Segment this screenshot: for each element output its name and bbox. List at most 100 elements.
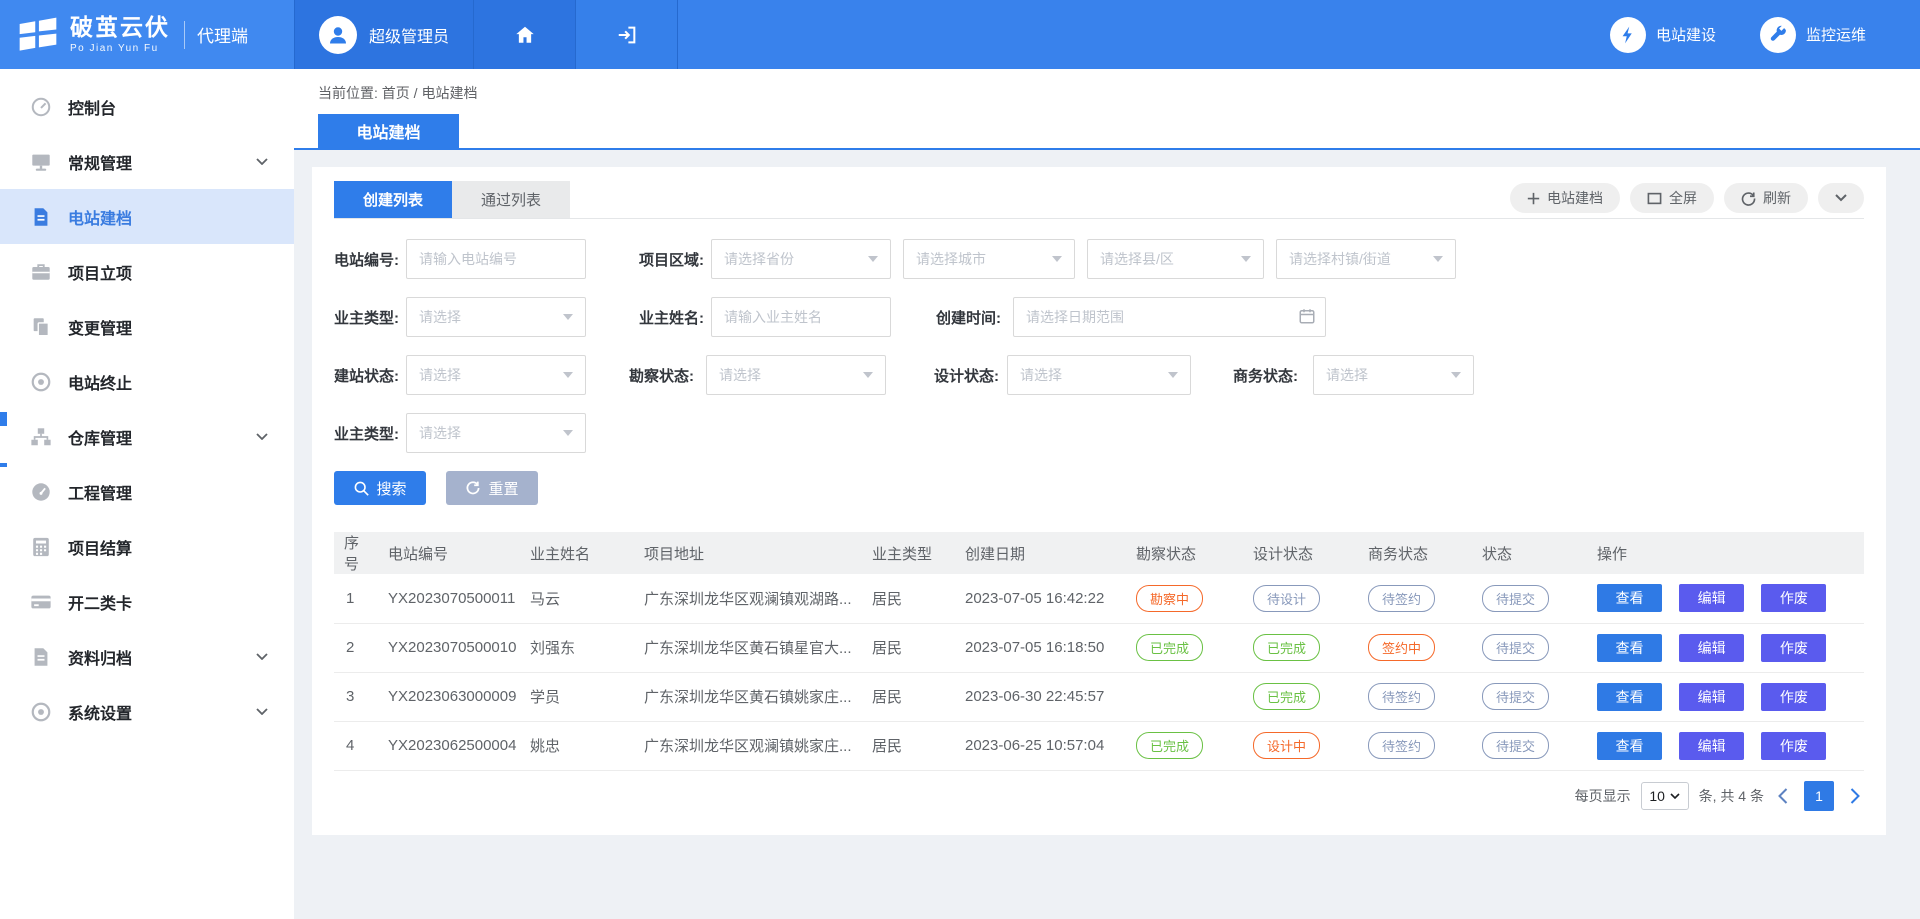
filter-row-2: 业主类型: 请选择 业主姓名: 创建时间: [334,297,1864,337]
page-tab-station-filing[interactable]: 电站建档 [318,114,459,148]
cell-code: YX2023070500010 [380,623,522,672]
add-station-button[interactable]: 电站建档 [1510,183,1620,213]
village-select[interactable]: 请选择村镇/街道 [1276,239,1456,279]
card-toolbar: 电站建档 全屏 刷新 [1510,183,1864,213]
cell-owner: 姚忠 [522,721,636,770]
logout-icon [616,24,638,46]
collapse-button[interactable] [1818,183,1864,213]
brand[interactable]: 破茧云伏 Po Jian Yun Fu 代理端 [0,0,294,69]
search-button[interactable]: 搜索 [334,471,426,505]
refresh-button[interactable]: 刷新 [1724,183,1808,213]
page-1-button[interactable]: 1 [1804,781,1834,811]
next-page-button[interactable] [1846,788,1864,804]
county-select[interactable]: 请选择县/区 [1087,239,1264,279]
filter-owner-name: 业主姓名: [639,297,891,337]
design-status-select[interactable]: 请选择 [1007,355,1191,395]
calendar-icon [1298,307,1316,325]
sidebar-item-station-termination[interactable]: 电站终止 [0,354,294,409]
sidebar-scrollbar-thumb[interactable] [0,412,7,426]
sidebar-item-project-settlement[interactable]: 项目结算 [0,519,294,574]
sidebar-item-engineering-mgmt[interactable]: 工程管理 [0,464,294,519]
status-badge: 待提交 [1482,683,1549,710]
view-button[interactable]: 查看 [1597,584,1662,612]
edit-button[interactable]: 编辑 [1679,683,1744,711]
station-code-input[interactable] [406,239,586,279]
build-status-placeholder: 请选择 [419,365,461,385]
sidebar-item-warehouse-mgmt[interactable]: 仓库管理 [0,409,294,464]
cell-created: 2023-07-05 16:42:22 [957,574,1128,623]
province-select[interactable]: 请选择省份 [711,239,891,279]
nav-monitor-ops[interactable]: 监控运维 [1760,17,1866,53]
fullscreen-button[interactable]: 全屏 [1630,183,1714,213]
view-button[interactable]: 查看 [1597,732,1662,760]
view-button[interactable]: 查看 [1597,683,1662,711]
cell-code: YX2023063000009 [380,672,522,721]
total-count-label: 条, 共 4 条 [1699,786,1764,806]
user-menu[interactable]: 超级管理员 [294,0,474,69]
col-owner: 业主姓名 [522,532,636,574]
cell-owner: 刘强东 [522,623,636,672]
business-status-select[interactable]: 请选择 [1313,355,1474,395]
target-icon [30,701,52,723]
list-tabs: 创建列表 通过列表 [334,181,570,218]
prev-page-button[interactable] [1774,788,1792,804]
filter-actions: 搜索 重置 [334,471,1864,505]
build-status-select[interactable]: 请选择 [406,355,586,395]
cell-type: 居民 [864,721,957,770]
city-select[interactable]: 请选择城市 [903,239,1075,279]
void-button[interactable]: 作废 [1761,634,1826,662]
project-region-label: 项目区域: [639,249,711,270]
station-code-label: 电站编号: [334,249,406,270]
edit-button[interactable]: 编辑 [1679,732,1744,760]
sidebar-item-console[interactable]: 控制台 [0,79,294,134]
tab-create-list[interactable]: 创建列表 [334,181,452,218]
cell-seq: 3 [334,672,380,721]
sidebar-item-label: 控制台 [68,95,268,119]
home-button[interactable] [474,0,576,69]
void-button[interactable]: 作废 [1761,732,1826,760]
edit-button[interactable]: 编辑 [1679,584,1744,612]
design-status-placeholder: 请选择 [1020,365,1062,385]
tab-passed-list[interactable]: 通过列表 [452,181,570,218]
city-placeholder: 请选择城市 [916,249,986,269]
logout-button[interactable] [576,0,678,69]
per-page-select[interactable]: 10 [1641,782,1689,810]
breadcrumb-home[interactable]: 首页 [382,85,410,101]
sidebar-item-project-initiation[interactable]: 项目立项 [0,244,294,299]
chevron-down-icon [256,708,268,715]
breadcrumb-prefix: 当前位置: [318,85,378,101]
status-badge: 待提交 [1482,732,1549,759]
caret-down-icon [563,372,573,378]
sidebar-item-system-settings[interactable]: 系统设置 [0,684,294,739]
status-badge: 待提交 [1482,585,1549,612]
owner-name-input[interactable] [711,297,891,337]
sidebar-item-archives[interactable]: 资料归档 [0,629,294,684]
sidebar-item-class2-card[interactable]: 开二类卡 [0,574,294,629]
owner-type-2-select[interactable]: 请选择 [406,413,586,453]
owner-type-placeholder: 请选择 [419,307,461,327]
sidebar-item-station-filing[interactable]: 电站建档 [0,189,294,244]
owner-type-select[interactable]: 请选择 [406,297,586,337]
brand-subtitle: Po Jian Yun Fu [70,43,170,54]
reset-button[interactable]: 重置 [446,471,538,505]
col-type: 业主类型 [864,532,957,574]
gauge-icon [30,481,52,503]
breadcrumb-current: 电站建档 [421,85,477,101]
edit-button[interactable]: 编辑 [1679,634,1744,662]
sidebar: 控制台 常规管理 电站建档 项 [0,69,294,919]
void-button[interactable]: 作废 [1761,584,1826,612]
view-button[interactable]: 查看 [1597,634,1662,662]
col-created: 创建日期 [957,532,1128,574]
business-status-placeholder: 请选择 [1326,365,1368,385]
date-range-input[interactable] [1013,297,1326,337]
sidebar-item-general-mgmt[interactable]: 常规管理 [0,134,294,189]
nav-label: 监控运维 [1806,24,1866,45]
cell-created: 2023-06-30 22:45:57 [957,672,1128,721]
app-root: 破茧云伏 Po Jian Yun Fu 代理端 超级管理员 [0,0,1920,919]
caret-down-icon [1433,256,1443,262]
nav-station-construction[interactable]: 电站建设 [1610,17,1716,53]
survey-status-select[interactable]: 请选择 [706,355,886,395]
date-range-picker[interactable] [1013,297,1326,337]
sidebar-item-change-mgmt[interactable]: 变更管理 [0,299,294,354]
void-button[interactable]: 作废 [1761,683,1826,711]
